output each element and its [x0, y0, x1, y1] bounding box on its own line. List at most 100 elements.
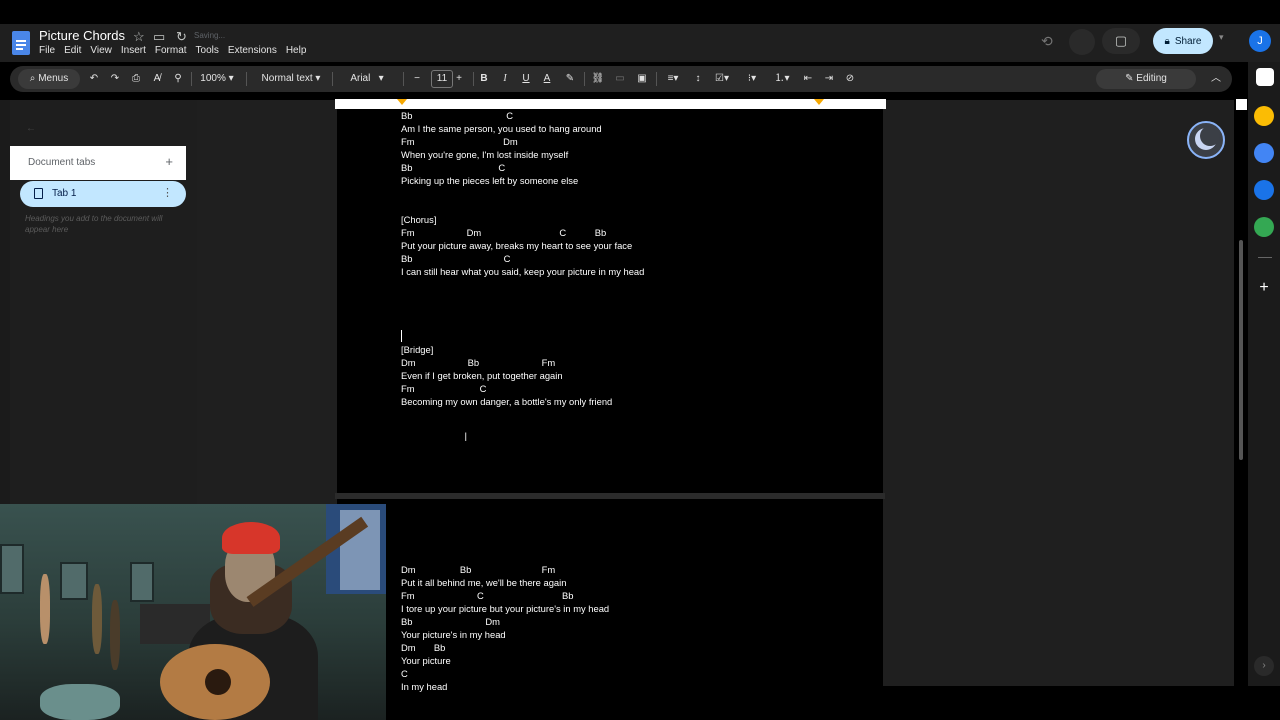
- undo-icon[interactable]: ↶: [86, 66, 102, 92]
- doc-line[interactable]: Bb C: [401, 162, 505, 173]
- contacts-icon[interactable]: [1254, 180, 1274, 200]
- doc-line[interactable]: Becoming my own danger, a bottle's my on…: [401, 396, 612, 407]
- doc-line[interactable]: Fm Dm C Bb: [401, 227, 606, 238]
- font-select[interactable]: Arial ▾: [338, 66, 396, 92]
- clear-format-icon[interactable]: ⊘: [842, 66, 858, 92]
- share-dropdown-icon[interactable]: ▾: [1219, 32, 1224, 43]
- doc-line[interactable]: Bb Dm: [401, 616, 500, 627]
- doc-line[interactable]: Your picture: [401, 655, 451, 666]
- account-avatar[interactable]: J: [1249, 30, 1271, 52]
- doc-line[interactable]: Am I the same person, you used to hang a…: [401, 123, 602, 134]
- doc-line[interactable]: C: [401, 668, 408, 679]
- menu-format[interactable]: Format: [155, 45, 187, 56]
- document-tabs-label: Document tabs: [28, 157, 96, 168]
- right-indent-marker[interactable]: [814, 99, 824, 105]
- ruler[interactable]: [335, 99, 886, 109]
- print-icon[interactable]: ⎙: [128, 66, 144, 92]
- zoom-select[interactable]: 100% ▾: [194, 66, 240, 92]
- tasks-icon[interactable]: [1254, 143, 1274, 163]
- redo-icon[interactable]: ↷: [107, 66, 123, 92]
- doc-line[interactable]: Fm Dm: [401, 136, 518, 147]
- doc-line[interactable]: Dm Bb Fm: [401, 357, 555, 368]
- keep-icon[interactable]: [1254, 106, 1274, 126]
- comment-icon[interactable]: ▭: [612, 66, 628, 92]
- menu-tools[interactable]: Tools: [196, 45, 219, 56]
- style-select[interactable]: Normal text ▾: [252, 66, 330, 92]
- bullet-list-icon[interactable]: ⁝▾: [740, 66, 764, 92]
- doc-line[interactable]: When you're gone, I'm lost inside myself: [401, 149, 568, 160]
- left-indent-marker[interactable]: [397, 99, 407, 105]
- menus-button[interactable]: ⌕ Menus: [18, 69, 80, 89]
- highlight-icon[interactable]: ✎: [562, 66, 578, 92]
- doc-line[interactable]: Dm Bb Fm: [401, 564, 555, 575]
- doc-line[interactable]: Bb C: [401, 253, 510, 264]
- font-value: Arial: [350, 73, 371, 84]
- align-icon[interactable]: ≡▾: [661, 66, 685, 92]
- tab-1-label: Tab 1: [52, 188, 77, 199]
- underline-icon[interactable]: U: [518, 66, 534, 92]
- paint-format-icon[interactable]: ⚲: [170, 66, 186, 92]
- add-tab-icon[interactable]: +: [165, 154, 173, 169]
- indent-decrease-icon[interactable]: ⇤: [800, 66, 816, 92]
- doc-line[interactable]: Dm Bb: [401, 642, 445, 653]
- calendar-icon[interactable]: [1256, 68, 1274, 86]
- docs-icon[interactable]: [12, 31, 30, 55]
- share-button[interactable]: 🔒︎ Share: [1153, 28, 1213, 54]
- menu-bar: File Edit View Insert Format Tools Exten…: [39, 45, 315, 56]
- style-value: Normal text: [261, 73, 313, 84]
- text-color-icon[interactable]: A: [539, 66, 555, 92]
- document-tabs-header: Document tabs +: [10, 146, 186, 180]
- font-size-increase-icon[interactable]: +: [451, 66, 467, 92]
- indent-increase-icon[interactable]: ⇥: [821, 66, 837, 92]
- menu-view[interactable]: View: [90, 45, 112, 56]
- menu-insert[interactable]: Insert: [121, 45, 146, 56]
- share-label: Share: [1174, 35, 1202, 47]
- doc-line[interactable]: Fm C Bb: [401, 590, 573, 601]
- more-options-icon[interactable]: ⋮: [162, 186, 173, 199]
- tab-1[interactable]: Tab 1 ⋮: [20, 181, 186, 207]
- back-arrow-icon[interactable]: ←: [26, 123, 36, 134]
- numbered-list-icon[interactable]: ⒈▾: [770, 66, 794, 92]
- plus-icon[interactable]: +: [1254, 278, 1274, 298]
- dark-mode-icon[interactable]: [1187, 121, 1225, 159]
- chevron-up-icon[interactable]: ︿: [1208, 66, 1224, 92]
- sync-icon: ↻: [176, 29, 187, 44]
- line-spacing-icon[interactable]: ↕: [690, 66, 706, 92]
- collaborator-avatar: [1069, 29, 1095, 55]
- doc-line[interactable]: Put it all behind me, we'll be there aga…: [401, 577, 566, 588]
- maps-icon[interactable]: [1254, 217, 1274, 237]
- history-icon[interactable]: ⟲: [1041, 33, 1053, 50]
- font-size-decrease-icon[interactable]: −: [409, 66, 425, 92]
- doc-line[interactable]: Picking up the pieces left by someone el…: [401, 175, 578, 186]
- doc-line[interactable]: Even if I get broken, put together again: [401, 370, 563, 381]
- menu-edit[interactable]: Edit: [64, 45, 81, 56]
- chevron-right-icon[interactable]: ›: [1254, 656, 1274, 676]
- saving-status: Saving...: [194, 31, 226, 40]
- star-icon[interactable]: ☆: [133, 29, 145, 45]
- image-icon[interactable]: ▣: [634, 66, 650, 92]
- doc-line[interactable]: I tore up your picture but your picture'…: [401, 603, 609, 614]
- meet-icon[interactable]: ▢: [1102, 28, 1140, 54]
- doc-line[interactable]: In my head: [401, 681, 447, 692]
- bold-icon[interactable]: B: [476, 66, 492, 92]
- document-title[interactable]: Picture Chords: [39, 28, 125, 43]
- editing-mode-button[interactable]: ✎ Editing: [1096, 69, 1196, 89]
- vertical-scrollbar[interactable]: [1239, 240, 1243, 460]
- link-icon[interactable]: ⛓: [590, 66, 606, 92]
- side-panel-divider: [1258, 257, 1272, 258]
- menu-file[interactable]: File: [39, 45, 55, 56]
- font-size-input[interactable]: 11: [431, 70, 453, 88]
- folder-icon[interactable]: ▭: [153, 29, 165, 45]
- doc-line[interactable]: I can still hear what you said, keep you…: [401, 266, 644, 277]
- menu-extensions[interactable]: Extensions: [228, 45, 277, 56]
- doc-line[interactable]: Bb C: [401, 110, 513, 121]
- italic-icon[interactable]: I: [497, 66, 513, 92]
- doc-line[interactable]: [Chorus]: [401, 214, 436, 225]
- doc-line[interactable]: Fm C: [401, 383, 486, 394]
- doc-line[interactable]: [Bridge]: [401, 344, 433, 355]
- menu-help[interactable]: Help: [286, 45, 307, 56]
- doc-line[interactable]: Put your picture away, breaks my heart t…: [401, 240, 632, 251]
- checklist-icon[interactable]: ☑▾: [710, 66, 734, 92]
- doc-line[interactable]: Your picture's in my head: [401, 629, 506, 640]
- spellcheck-icon[interactable]: A̸: [149, 66, 165, 92]
